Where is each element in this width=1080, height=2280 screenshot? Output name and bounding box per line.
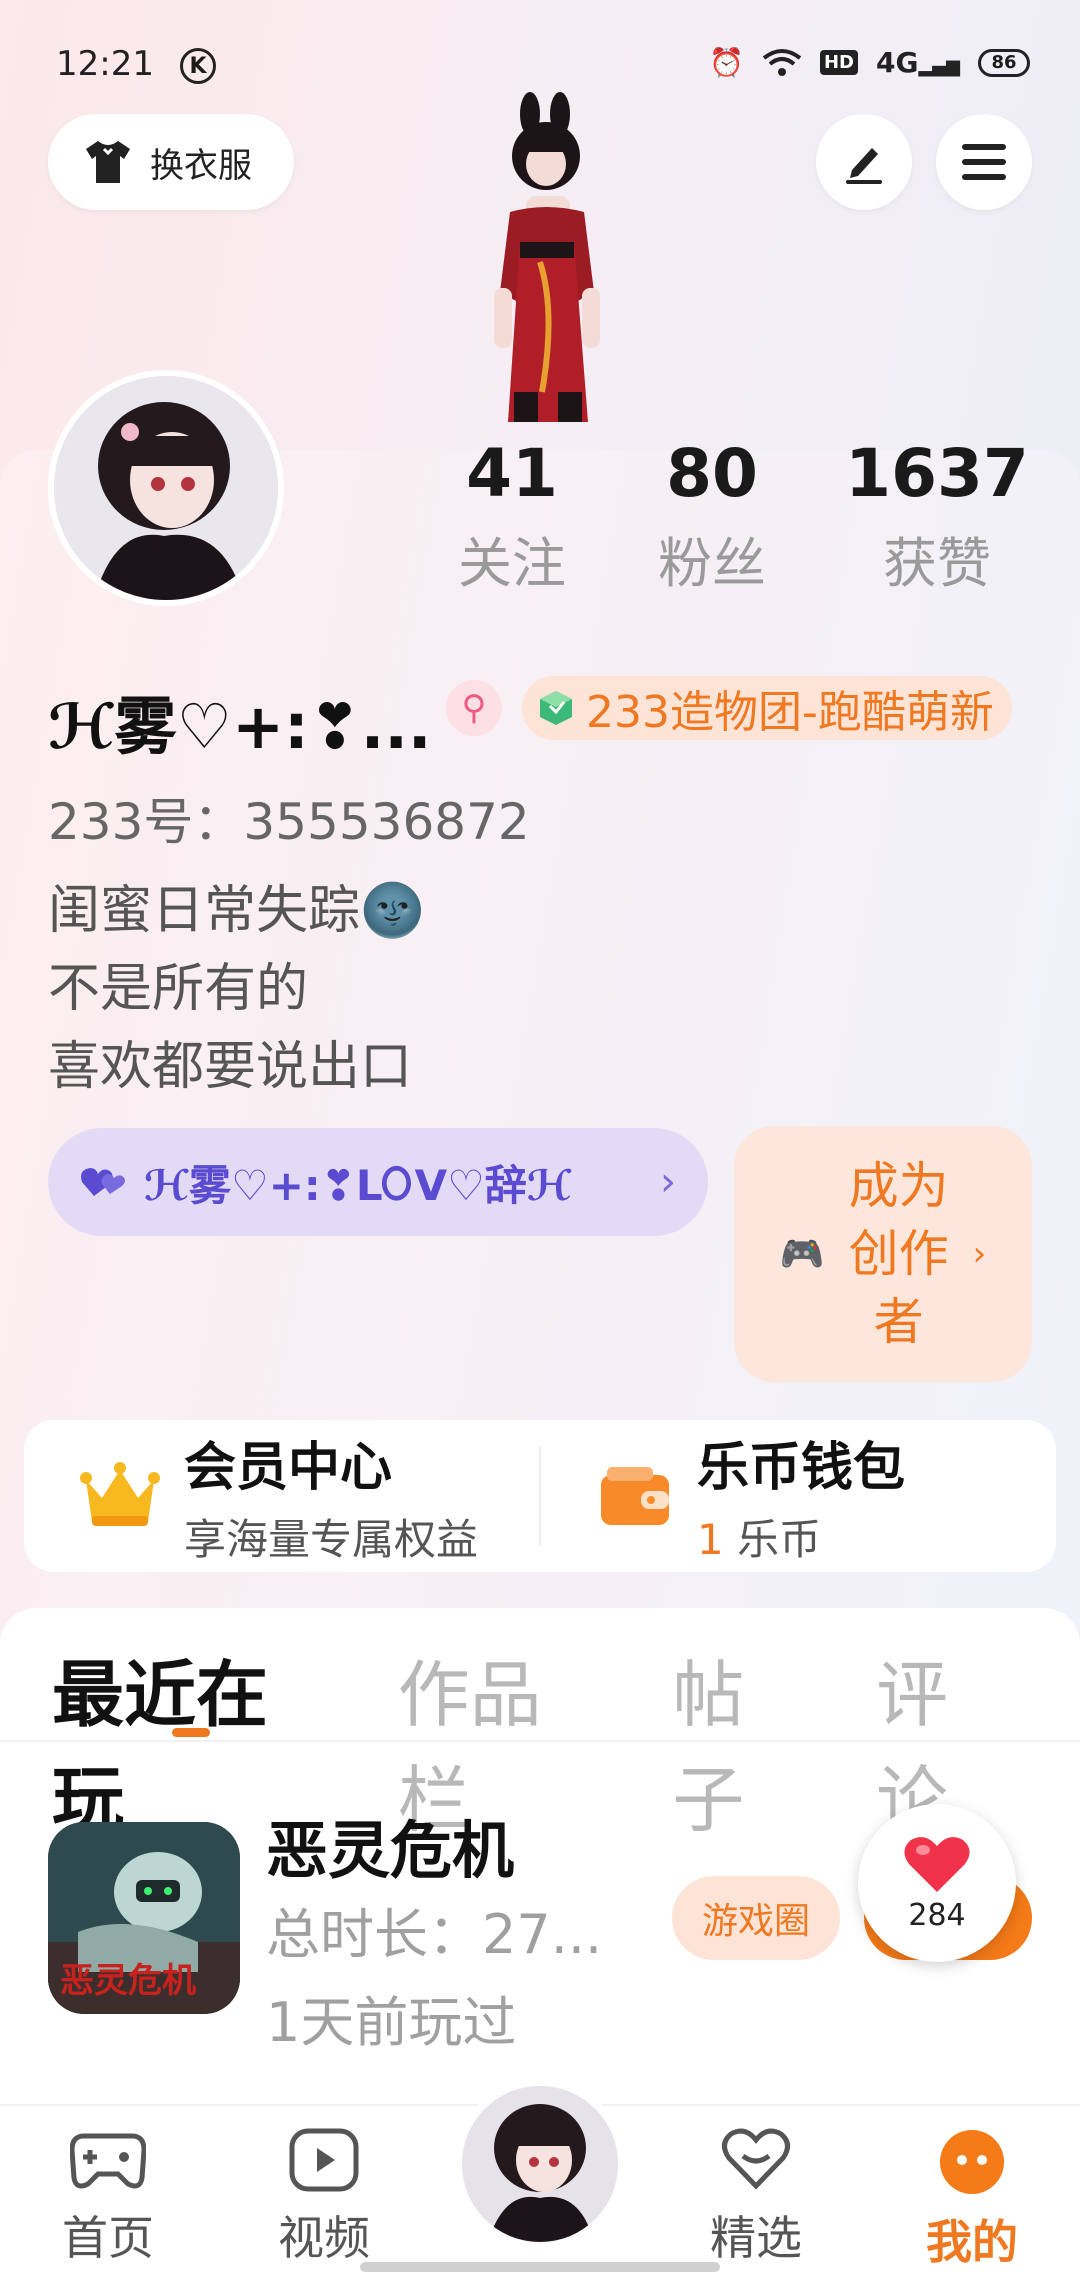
- status-icons: ⏰ HD 4G▂▄▆ 86: [709, 46, 1030, 79]
- stat-value: 80: [666, 435, 758, 512]
- avatar-image: [462, 2086, 618, 2242]
- stat-following[interactable]: 41 关注: [412, 435, 612, 598]
- avatar-image: [54, 376, 278, 600]
- stat-label: 获赞: [883, 531, 991, 595]
- wallet-title: 乐币钱包: [697, 1438, 906, 1498]
- hamburger-icon: [962, 144, 1006, 180]
- game-icon[interactable]: 恶灵危机: [48, 1822, 240, 2014]
- nav-avatar-button[interactable]: [454, 2078, 626, 2250]
- stat-value: 1637: [845, 435, 1029, 512]
- game-play-duration: 总时长：27...: [266, 1903, 603, 1966]
- crown-icon: [80, 1462, 160, 1526]
- nav-featured[interactable]: 精选: [686, 2128, 826, 2268]
- vip-title: 会员中心: [184, 1438, 393, 1498]
- custom-tag-bar[interactable]: ℋ雾♡+:❣L𐊒V♡辞ℋ ›: [48, 1128, 708, 1236]
- username: ℋ雾♡+:❣...: [48, 690, 432, 763]
- network-type: 4G: [876, 46, 919, 79]
- stat-label: 关注: [458, 531, 566, 595]
- stat-label: 粉丝: [658, 531, 766, 595]
- k-app-icon: K: [180, 48, 216, 84]
- gamepad-icon: [69, 2133, 147, 2189]
- game-last-played: 1天前玩过: [266, 1991, 517, 2054]
- tab-divider: [0, 1740, 1080, 1742]
- wallet-unit: 乐币: [737, 1515, 822, 1564]
- stat-likes[interactable]: 1637 获赞: [812, 435, 1062, 598]
- heart-outline-icon: [722, 2128, 790, 2190]
- nav-mine[interactable]: 我的: [902, 2128, 1042, 2272]
- tshirt-icon: [86, 141, 130, 183]
- smile-face-icon: [940, 2130, 1004, 2194]
- chevron-right-icon: ›: [972, 1234, 987, 1274]
- gamepad-icon: 🎮: [779, 1234, 825, 1275]
- game-title[interactable]: 恶灵危机: [266, 1800, 514, 1890]
- bio-line: 喜欢都要说出口: [48, 1037, 413, 1097]
- group-label: 233造物团-跑酷萌新: [586, 687, 994, 738]
- cube-icon: [540, 691, 572, 725]
- nav-label: 我的: [926, 2215, 1018, 2269]
- vip-subtitle: 享海量专属权益: [184, 1515, 479, 1564]
- profile-avatar[interactable]: [48, 370, 284, 606]
- vip-center-card[interactable]: 会员中心 享海量专属权益: [24, 1425, 539, 1567]
- user-id[interactable]: 233号：355536872: [48, 782, 530, 854]
- alarm-icon: ⏰: [709, 46, 744, 79]
- heart-icon: [904, 1836, 970, 1892]
- stats-row: 41 关注 80 粉丝 1637 获赞: [412, 435, 1062, 598]
- game-cover-image: 恶灵危机: [48, 1822, 240, 2014]
- game-circle-button[interactable]: 游戏圈: [672, 1876, 840, 1960]
- group-badge[interactable]: 233造物团-跑酷萌新: [522, 676, 1012, 740]
- like-floating-button[interactable]: 284: [858, 1804, 1016, 1962]
- wallet-balance: 1 乐币: [697, 1506, 905, 1567]
- wallet-card[interactable]: 乐币钱包 1 乐币: [541, 1425, 1056, 1567]
- home-indicator[interactable]: [360, 2262, 720, 2272]
- gender-female-icon: ⚲: [446, 680, 502, 736]
- nav-label: 视频: [278, 2211, 370, 2265]
- stat-value: 41: [466, 435, 558, 512]
- wallet-amount: 1: [697, 1515, 724, 1564]
- double-heart-icon: [81, 1168, 125, 1196]
- wifi-icon: [762, 48, 802, 76]
- signal-icon: 4G▂▄▆: [876, 46, 960, 79]
- svg-text:恶灵危机: 恶灵危机: [60, 1961, 196, 2001]
- stat-followers[interactable]: 80 粉丝: [612, 435, 812, 598]
- video-play-icon: [289, 2128, 359, 2192]
- service-cards: 会员中心 享海量专属权益 乐币钱包 1 乐币: [24, 1420, 1056, 1572]
- nav-label: 精选: [710, 2211, 802, 2265]
- nav-video[interactable]: 视频: [254, 2128, 394, 2268]
- bio-line: 闺蜜日常失踪🌚: [48, 881, 425, 941]
- battery-icon: 86: [978, 48, 1030, 77]
- hd-icon: HD: [819, 50, 858, 75]
- nav-label: 首页: [62, 2211, 154, 2265]
- nav-home[interactable]: 首页: [38, 2128, 178, 2268]
- pencil-icon: [846, 148, 882, 184]
- bio-line: 不是所有的: [48, 959, 309, 1019]
- chevron-right-icon: ›: [660, 1159, 676, 1205]
- dress-up-button[interactable]: 换衣服: [48, 114, 294, 210]
- wallet-icon: [601, 1467, 669, 1525]
- bio: 闺蜜日常失踪🌚 不是所有的 喜欢都要说出口: [48, 872, 425, 1106]
- like-count: 284: [908, 1897, 966, 1933]
- custom-tag-label: ℋ雾♡+:❣L𐊒V♡辞ℋ: [144, 1160, 572, 1210]
- become-creator-button[interactable]: 🎮 成为创作者 ›: [734, 1126, 1032, 1382]
- menu-button[interactable]: [936, 114, 1032, 210]
- edit-button[interactable]: [816, 114, 912, 210]
- dress-up-label: 换衣服: [150, 145, 252, 186]
- avatar-figure[interactable]: [448, 92, 648, 452]
- clock: 12:21: [56, 44, 154, 84]
- become-creator-label: 成为创作者: [848, 1157, 949, 1351]
- active-tab-indicator: [172, 1728, 210, 1737]
